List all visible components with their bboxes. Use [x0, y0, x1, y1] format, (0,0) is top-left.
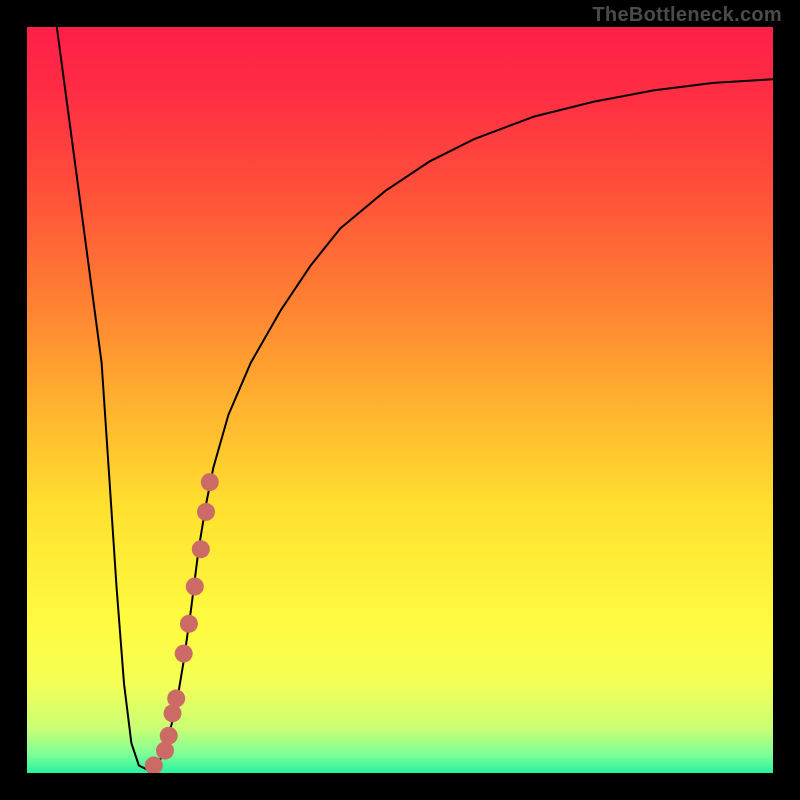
marker-dot — [175, 645, 193, 663]
marker-dot — [192, 540, 210, 558]
marker-dot — [186, 578, 204, 596]
marker-dot — [201, 473, 219, 491]
marker-dot — [167, 689, 185, 707]
marker-dot — [160, 727, 178, 745]
marker-dot — [180, 615, 198, 633]
chart-frame: TheBottleneck.com — [0, 0, 800, 800]
watermark-text: TheBottleneck.com — [592, 4, 782, 27]
marker-dot — [197, 503, 215, 521]
chart-plot — [27, 27, 773, 773]
chart-background — [27, 27, 773, 773]
